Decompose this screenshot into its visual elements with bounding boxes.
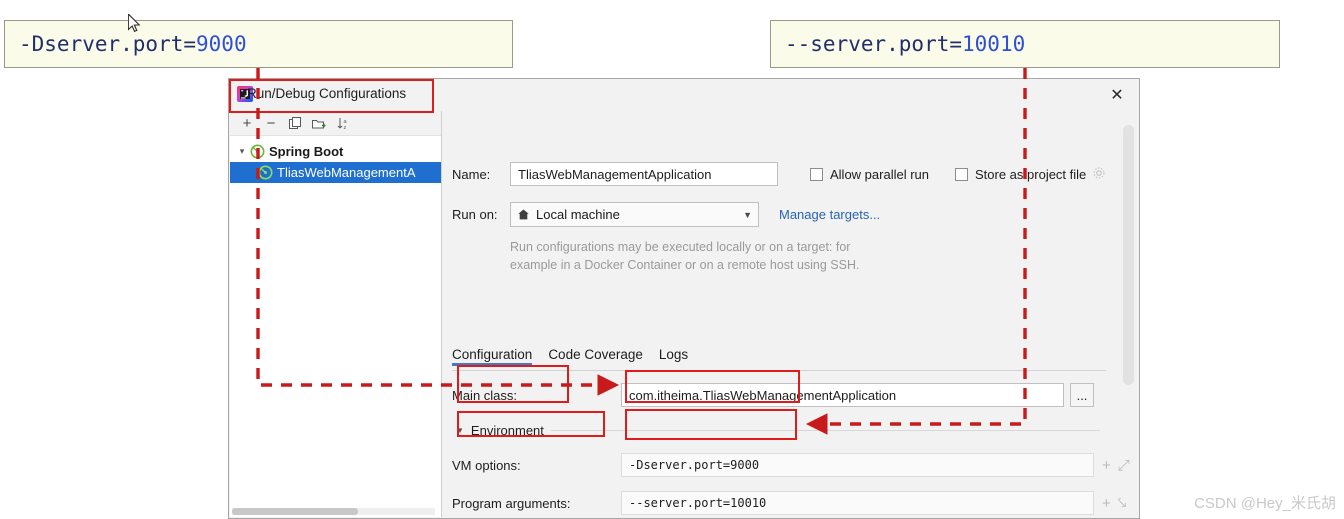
callout-vm-options: -Dserver.port= 9000: [4, 20, 513, 68]
name-input[interactable]: TliasWebManagementApplication: [510, 162, 778, 186]
program-arguments-input[interactable]: --server.port=10010: [621, 491, 1094, 515]
tree-node-tlias-web-management-application[interactable]: TliasWebManagementA: [230, 162, 441, 183]
store-as-project-file-checkbox-box[interactable]: [955, 167, 968, 181]
store-as-project-file-checkbox[interactable]: Store as project file: [955, 167, 1086, 182]
close-icon[interactable]: ✕: [1095, 79, 1139, 111]
run-on-label: Run on:: [452, 207, 498, 222]
run-on-select[interactable]: Local machine ▼: [510, 202, 759, 227]
run-debug-configurations-dialog: Run/Debug Configurations ✕ + − az ▾ Spri…: [228, 78, 1140, 519]
callout-vm-options-prefix: -Dserver.port=: [19, 32, 197, 56]
program-arguments-expand-icon[interactable]: ⤥: [1118, 495, 1126, 512]
highlight-program-arguments-label: [457, 411, 605, 437]
tree-horizontal-scrollbar[interactable]: [232, 508, 435, 515]
copy-configuration-button[interactable]: [284, 113, 306, 133]
tree-node-label: Spring Boot: [269, 144, 344, 159]
vm-options-input[interactable]: -Dserver.port=9000: [621, 453, 1094, 477]
tab-logs[interactable]: Logs: [659, 347, 688, 366]
tree-node-spring-boot[interactable]: ▾ Spring Boot: [230, 141, 441, 162]
highlight-vm-options-value: [625, 370, 800, 403]
program-arguments-row: Program arguments: --server.port=10010 +…: [452, 491, 1126, 515]
name-label: Name:: [452, 166, 491, 182]
callout-program-arguments-prefix: --server.port=: [785, 32, 963, 56]
tab-configuration[interactable]: Configuration: [452, 347, 532, 366]
run-on-row: Run on: Local machine ▼ Manage targets..…: [452, 202, 880, 227]
manage-targets-link[interactable]: Manage targets...: [779, 207, 880, 222]
spring-boot-icon: [250, 144, 265, 159]
add-configuration-button[interactable]: +: [236, 113, 258, 133]
highlight-program-arguments-value: [625, 409, 797, 440]
run-on-hint: Run configurations may be executed local…: [510, 238, 930, 274]
content-vertical-scrollbar[interactable]: [1123, 125, 1134, 385]
spring-boot-config-icon: [258, 165, 273, 180]
program-arguments-add-macro-icon[interactable]: +: [1102, 495, 1111, 512]
sort-configurations-button[interactable]: az: [332, 113, 354, 133]
configuration-content-pane: Name: TliasWebManagementApplication Allo…: [442, 111, 1138, 517]
main-class-browse-button[interactable]: ...: [1070, 383, 1094, 407]
callout-vm-options-value: 9000: [196, 32, 247, 56]
store-as-project-file-label: Store as project file: [975, 166, 1087, 182]
vm-options-row: VM options: -Dserver.port=9000 + ⤢: [452, 453, 1130, 477]
program-arguments-label: Program arguments:: [452, 495, 571, 511]
name-row: Name: TliasWebManagementApplication Allo…: [452, 162, 1106, 186]
highlight-vm-options-label: [457, 365, 569, 403]
highlight-dialog-title: [229, 79, 434, 113]
vm-options-label: VM options:: [452, 457, 521, 473]
tree-node-label: TliasWebManagementA: [277, 165, 416, 180]
callout-program-arguments: --server.port= 10010: [770, 20, 1280, 68]
allow-parallel-run-checkbox-box[interactable]: [810, 167, 823, 181]
allow-parallel-run-checkbox[interactable]: Allow parallel run: [810, 167, 929, 182]
callout-program-arguments-value: 10010: [962, 32, 1026, 56]
run-on-hint-line-1: Run configurations may be executed local…: [510, 240, 851, 254]
home-icon: [518, 209, 529, 220]
configurations-tree-pane: + − az ▾ Spring Boot TliasWebManagementA: [230, 111, 442, 517]
tab-code-coverage[interactable]: Code Coverage: [548, 347, 643, 366]
run-on-hint-line-2: example in a Docker Container or on a re…: [510, 258, 860, 272]
chevron-down-icon[interactable]: ▾: [234, 146, 250, 157]
chevron-down-icon[interactable]: ▼: [743, 210, 752, 220]
remove-configuration-button[interactable]: −: [260, 113, 282, 133]
tree-toolbar: + − az: [230, 111, 441, 136]
vm-options-add-macro-icon[interactable]: +: [1102, 457, 1111, 474]
mouse-cursor-icon: [128, 14, 141, 33]
svg-text:z: z: [343, 125, 346, 130]
run-on-value: Local machine: [536, 207, 620, 222]
allow-parallel-run-label: Allow parallel run: [830, 166, 929, 182]
vm-options-expand-icon[interactable]: ⤢: [1118, 457, 1130, 474]
new-folder-button[interactable]: [308, 113, 330, 133]
watermark: CSDN @Hey_米氏胡: [1194, 495, 1336, 512]
gear-icon[interactable]: [1092, 166, 1106, 183]
